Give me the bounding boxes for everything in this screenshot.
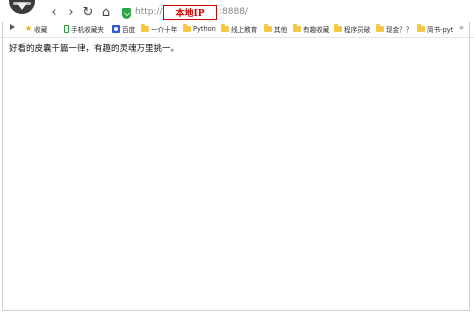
bookmark-label: 线上教育 (231, 26, 258, 34)
bookmark-label: 程序员破 (344, 26, 371, 34)
bookmark-label: 有趣收藏 (303, 26, 330, 34)
bookmark-mobile-favorites[interactable]: 手机收藏夹 (64, 24, 104, 34)
url-prefix: http:// (135, 7, 163, 17)
bookmark-folder-jianshu[interactable]: 简书-pyt (417, 24, 453, 34)
bookmark-favorites[interactable]: ★ 收藏 (25, 24, 48, 35)
home-icon[interactable]: ⌂ (99, 6, 113, 20)
bookmark-label: 现金？？ (386, 26, 413, 34)
bookmark-label: 百度 (122, 26, 136, 34)
folder-icon (293, 24, 301, 32)
bookmark-folder-1[interactable]: 一介十年 (141, 24, 177, 34)
bookmark-folder-python[interactable]: Python (183, 24, 216, 34)
security-shield-icon (122, 8, 131, 19)
folder-icon (183, 24, 191, 32)
folder-icon (376, 24, 384, 32)
bookmarks-toggle-icon[interactable] (10, 24, 15, 30)
folder-icon (334, 24, 342, 32)
toolbar-divider (0, 37, 474, 38)
bookmark-label: 简书-pyt (427, 26, 454, 34)
bookmark-folder-other[interactable]: 其他 (264, 24, 287, 34)
star-icon: ★ (25, 24, 33, 33)
url-host-annotation: 本地IP (163, 5, 217, 20)
browser-toolbar: ‹ › ↻ ⌂ http:// 本地IP :8888/ (0, 0, 474, 22)
bookmarks-more-icon[interactable]: » (459, 23, 464, 32)
back-icon[interactable]: ‹ (47, 6, 61, 20)
baidu-icon (112, 25, 120, 33)
bookmark-label: 一介十年 (151, 26, 178, 34)
bookmark-folder-fun[interactable]: 有趣收藏 (293, 24, 329, 34)
bookmark-folder-online-edu[interactable]: 线上教育 (221, 24, 257, 34)
folder-icon (221, 24, 229, 32)
bookmark-baidu[interactable]: 百度 (112, 24, 135, 34)
bookmark-label: 手机收藏夹 (71, 26, 104, 34)
bookmark-label: Python (193, 25, 216, 33)
folder-icon (264, 24, 272, 32)
forward-icon[interactable]: › (64, 6, 78, 20)
bookmark-folder-cash[interactable]: 现金？？ (376, 24, 412, 34)
folder-icon (141, 24, 149, 32)
browser-logo-icon (9, 0, 35, 14)
page-text: 好看的皮囊千篇一律，有趣的灵魂万里挑一。 (9, 44, 180, 54)
folder-icon (417, 24, 425, 32)
bookmarks-bar: ★ 收藏 手机收藏夹 百度 一介十年 Python 线上教育 其他 有趣收藏 程… (0, 23, 474, 37)
address-bar[interactable]: http:// 本地IP :8888/ (118, 5, 418, 21)
phone-icon (64, 25, 69, 33)
bookmark-label: 其他 (274, 26, 288, 34)
reload-icon[interactable]: ↻ (81, 6, 95, 20)
bookmark-folder-programmer[interactable]: 程序员破 (334, 24, 370, 34)
bookmark-label: 收藏 (34, 26, 48, 34)
url-suffix: :8888/ (219, 7, 248, 17)
